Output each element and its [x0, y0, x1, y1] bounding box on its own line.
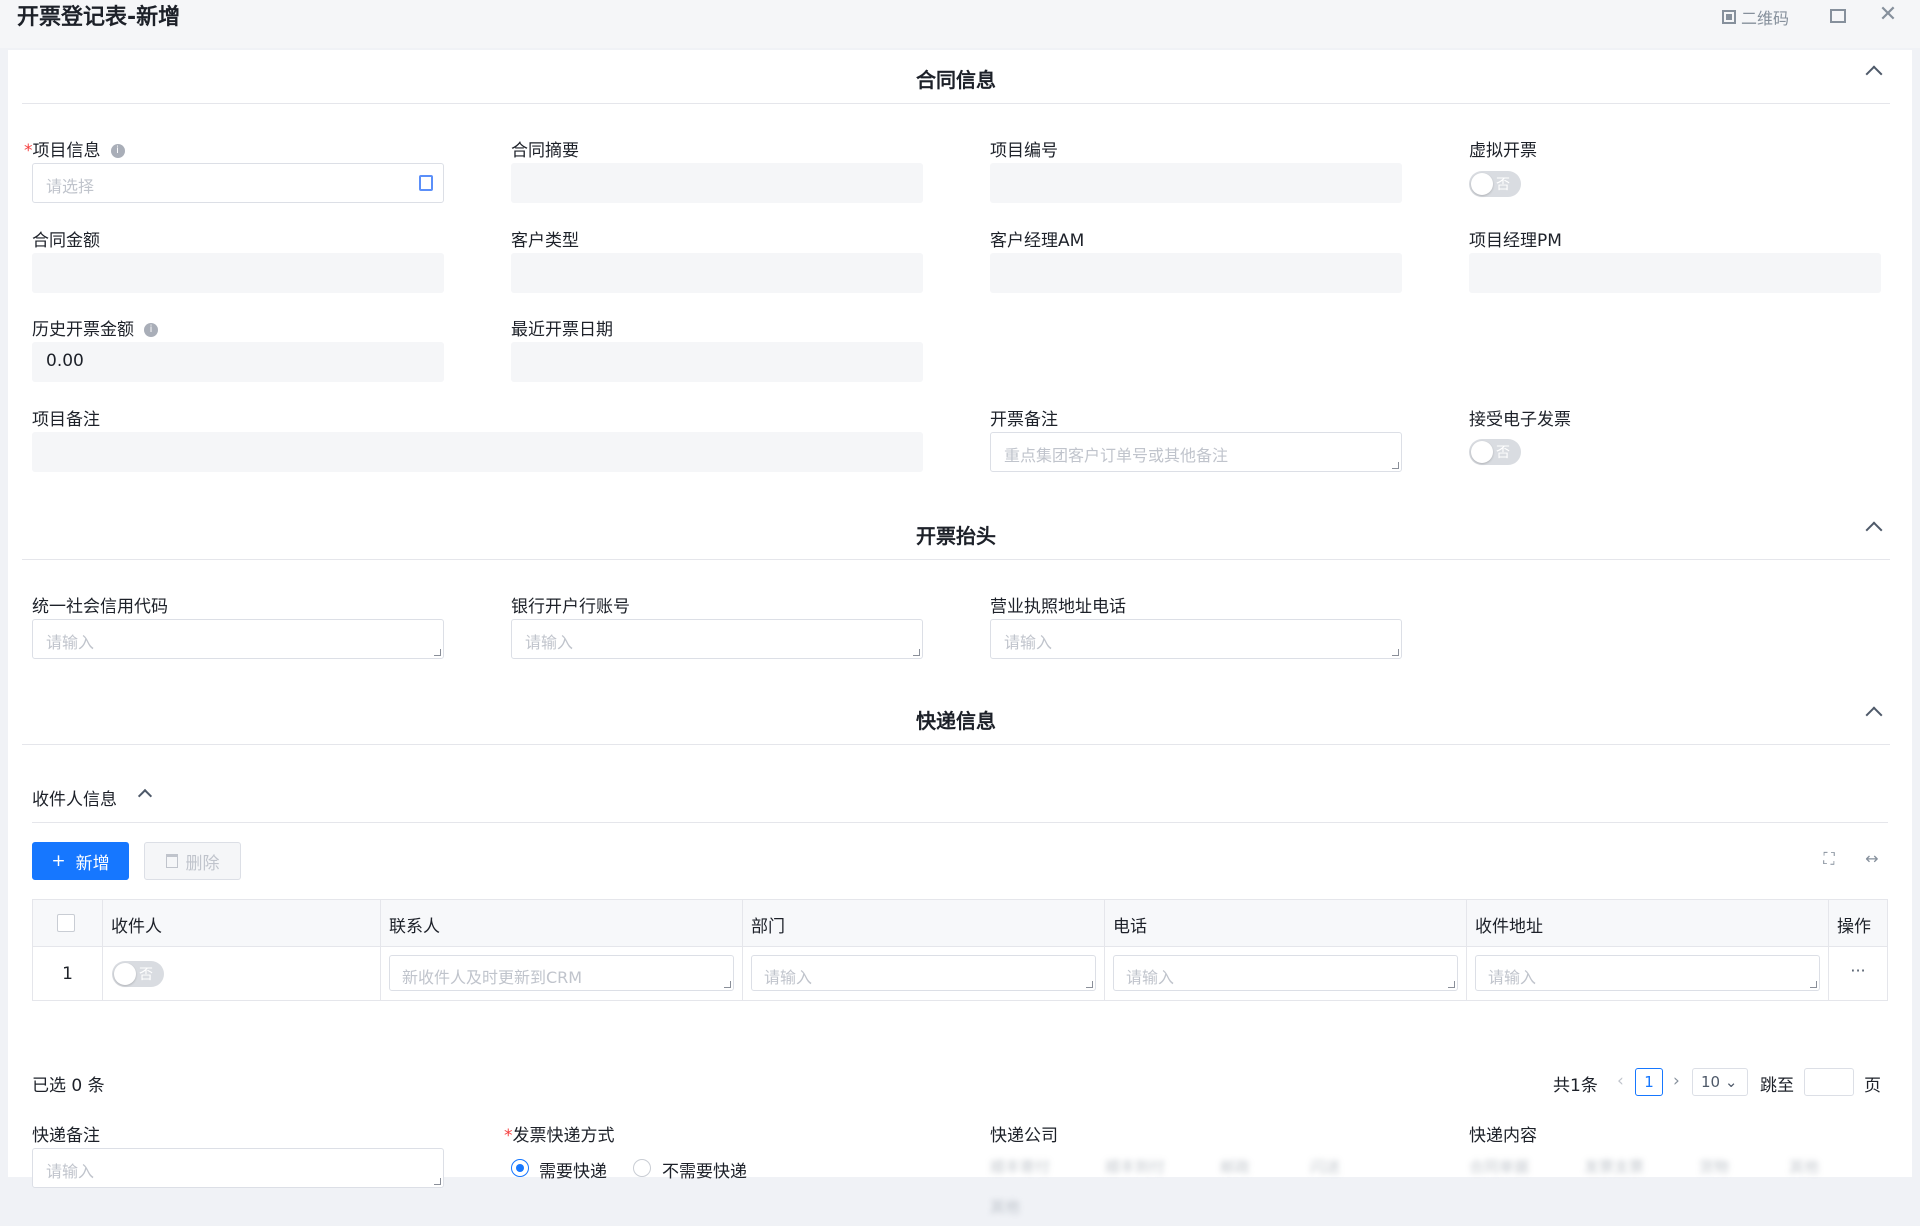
maximize-icon[interactable]	[1830, 9, 1846, 23]
credit-code-input[interactable]: 请输入	[32, 619, 444, 659]
add-button[interactable]: + 新增	[32, 842, 129, 880]
contract-amount-field	[32, 253, 444, 293]
project-manager-label: 项目经理PM	[1469, 231, 1562, 251]
dept-cell: 请输入	[743, 947, 1105, 1001]
project-no-label: 项目编号	[990, 141, 1058, 161]
express-content-label: 快递内容	[1469, 1126, 1537, 1146]
window-title: 开票登记表-新增	[17, 5, 181, 30]
section-header-invoice[interactable]: 开票抬头	[22, 506, 1890, 560]
project-remark-label: 项目备注	[32, 410, 100, 430]
project-info-select[interactable]: 请选择	[32, 163, 444, 203]
select-all-checkbox[interactable]	[57, 914, 75, 932]
phone-input[interactable]: 请输入	[1113, 955, 1458, 991]
e-invoice-label: 接受电子发票	[1469, 410, 1571, 430]
column-header: 收件地址	[1467, 900, 1829, 947]
section-title-invoice: 开票抬头	[916, 524, 996, 548]
qr-code-icon	[1722, 10, 1736, 24]
header-checkbox-cell	[33, 900, 103, 947]
pager-goto-label: 跳至	[1760, 1076, 1794, 1096]
picker-icon[interactable]	[419, 175, 433, 191]
customer-type-field	[511, 253, 923, 293]
column-header: 部门	[743, 900, 1105, 947]
bank-account-label: 银行开户行账号	[511, 597, 630, 617]
recipient-cell: 否	[103, 947, 381, 1001]
pager-next-icon[interactable]: ›	[1673, 1071, 1680, 1091]
contract-summary-label: 合同摘要	[511, 141, 579, 161]
page-size-select[interactable]: 10 ⌄	[1692, 1068, 1748, 1096]
virtual-invoice-label: 虚拟开票	[1469, 141, 1537, 161]
history-amount-label: 历史开票金额 i	[32, 315, 158, 340]
pager-goto-input[interactable]	[1804, 1068, 1854, 1096]
project-info-label: *项目信息 i	[24, 136, 125, 161]
plus-icon: +	[51, 851, 66, 871]
window-titlebar: 开票登记表-新增 二维码 ✕	[0, 0, 1920, 48]
account-manager-label: 客户经理AM	[990, 231, 1085, 251]
project-manager-field	[1469, 253, 1881, 293]
info-icon: i	[110, 144, 125, 158]
pager-unit: 页	[1864, 1076, 1881, 1096]
phone-cell: 请输入	[1105, 947, 1467, 1001]
info-icon: i	[144, 323, 158, 337]
customer-type-label: 客户类型	[511, 231, 579, 251]
express-company-options: 顺丰寄付 顺丰到付 邮政 闪送 其他	[990, 1158, 1341, 1216]
e-invoice-toggle[interactable]: 否	[1469, 439, 1521, 465]
radio-selected[interactable]	[511, 1159, 529, 1177]
dept-input[interactable]: 请输入	[751, 955, 1096, 991]
column-header: 联系人	[381, 900, 743, 947]
license-address-label: 营业执照地址电话	[990, 597, 1126, 617]
history-amount-field: 0.00	[32, 342, 444, 382]
contact-input[interactable]: 新收件人及时更新到CRM	[389, 955, 734, 991]
express-company-label: 快递公司	[990, 1126, 1058, 1146]
row-index: 1	[33, 947, 103, 1001]
section-header-contract[interactable]: 合同信息	[22, 50, 1890, 104]
fullscreen-icon[interactable]: ⛶	[1820, 850, 1838, 868]
address-cell: 请输入	[1467, 947, 1829, 1001]
column-header: 收件人	[103, 900, 381, 947]
credit-code-label: 统一社会信用代码	[32, 597, 168, 617]
license-address-input[interactable]: 请输入	[990, 619, 1402, 659]
recipient-table: 收件人 联系人 部门 电话 收件地址 操作 1 否 新收件人及时更新到CRM 请…	[32, 899, 1888, 1001]
qr-code-label: 二维码	[1741, 9, 1790, 28]
recipient-group-header[interactable]: 收件人信息	[32, 785, 1888, 823]
pager-total: 共1条	[1553, 1076, 1598, 1096]
pager-current-page[interactable]: 1	[1635, 1068, 1663, 1096]
express-remark-label: 快递备注	[32, 1126, 100, 1146]
project-remark-field	[32, 432, 923, 472]
column-header: 操作	[1829, 900, 1887, 947]
section-title-contract: 合同信息	[916, 68, 996, 92]
last-date-field	[511, 342, 923, 382]
radio-unselected[interactable]	[633, 1159, 651, 1177]
chevron-up-icon[interactable]	[137, 788, 153, 804]
form-panel: 合同信息 *项目信息 i 请选择 合同摘要 项目编号 虚拟开票 否 合同金额 客户…	[8, 50, 1912, 1216]
close-icon[interactable]: ✕	[1878, 4, 1898, 26]
column-width-icon[interactable]: ↔	[1863, 850, 1881, 868]
express-method-label: *发票快递方式	[504, 1126, 615, 1146]
invoice-remark-input[interactable]: 重点集团客户订单号或其他备注	[990, 432, 1402, 472]
contact-cell: 新收件人及时更新到CRM	[381, 947, 743, 1001]
recipient-group-title: 收件人信息	[32, 790, 117, 810]
express-content-options: 合同单据 发票支票 货物 其他	[1469, 1158, 1820, 1176]
project-no-field	[990, 163, 1402, 203]
invoice-remark-label: 开票备注	[990, 410, 1058, 430]
section-title-express: 快递信息	[916, 709, 996, 733]
column-header: 电话	[1105, 900, 1467, 947]
row-action-menu[interactable]: ···	[1829, 947, 1887, 1001]
last-date-label: 最近开票日期	[511, 320, 613, 340]
pager-prev-icon[interactable]: ‹	[1617, 1071, 1624, 1091]
contract-amount-label: 合同金额	[32, 231, 100, 251]
bank-account-input[interactable]: 请输入	[511, 619, 923, 659]
delete-button[interactable]: 删除	[144, 842, 241, 880]
address-input[interactable]: 请输入	[1475, 955, 1820, 991]
account-manager-field	[990, 253, 1402, 293]
qr-code-button[interactable]: 二维码	[1722, 5, 1789, 29]
express-remark-input[interactable]: 请输入	[32, 1148, 444, 1188]
section-header-express[interactable]: 快递信息	[22, 691, 1890, 745]
contract-summary-field	[511, 163, 923, 203]
recipient-toggle[interactable]: 否	[112, 961, 164, 987]
trash-icon	[165, 854, 178, 868]
virtual-invoice-toggle[interactable]: 否	[1469, 171, 1521, 197]
selected-count: 已选 0 条	[32, 1076, 105, 1096]
express-method-option[interactable]: 不需要快递	[625, 1156, 765, 1182]
